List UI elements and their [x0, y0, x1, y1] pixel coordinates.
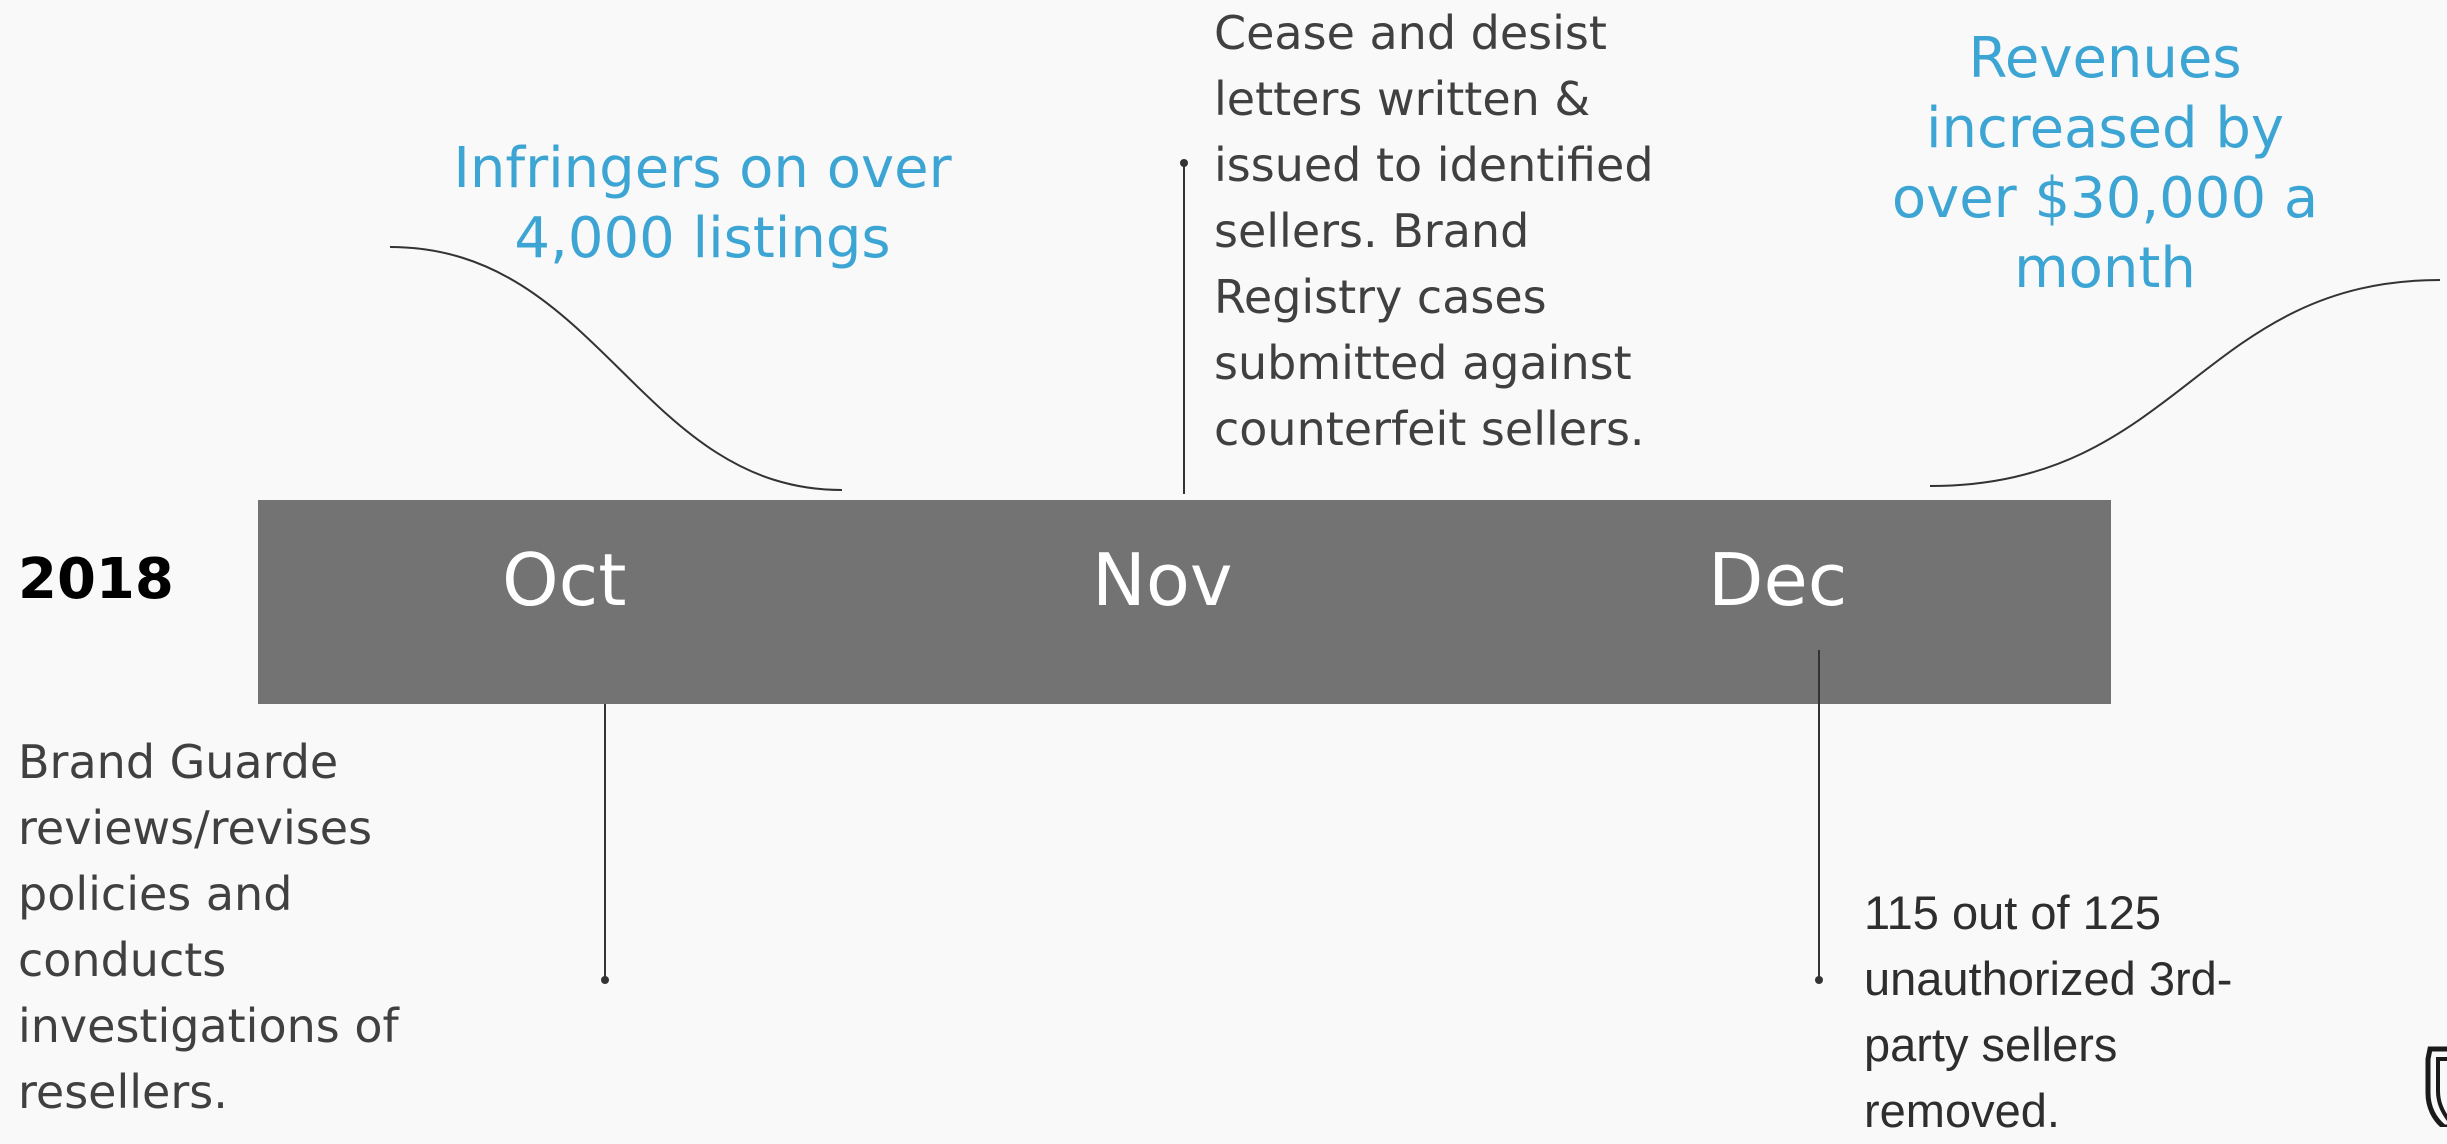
shield-icon: [2425, 1046, 2447, 1127]
sellers-removed-dot: [1815, 976, 1823, 984]
callout-brand-guarde: Brand Guarde reviews/revises policies an…: [18, 735, 399, 1119]
callout-sellers-removed: 115 out of 125 unauthorized 3rd-party se…: [1864, 886, 2233, 1137]
brand-guarde-dot: [601, 976, 609, 984]
callout-revenues: Revenues increased by over $30,000 a mon…: [1891, 26, 2319, 301]
callout-cease-desist: Cease and desist letters written & issue…: [1214, 6, 1654, 456]
callout-infringers: Infringers on over 4,000 listings: [453, 136, 952, 271]
infringers-connector: [389, 246, 843, 491]
cease-desist-dot: [1180, 159, 1188, 167]
revenues-connector: [1929, 279, 2441, 487]
